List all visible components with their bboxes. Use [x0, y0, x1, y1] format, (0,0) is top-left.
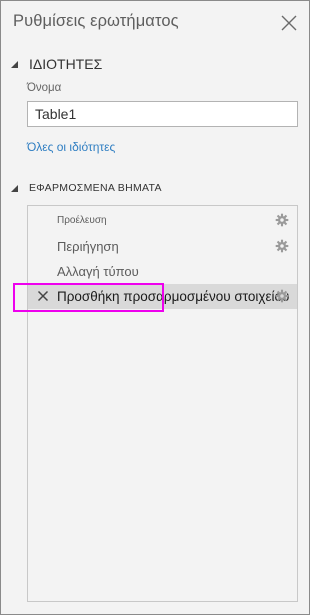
- pane-title: Ρυθμίσεις ερωτήματος: [13, 12, 179, 30]
- step-added-custom[interactable]: Προσθήκη προσαρμοσμένου στοιχείου: [28, 284, 297, 309]
- step-label: Προέλευση: [57, 215, 107, 226]
- step-label: Περιήγηση: [57, 239, 119, 254]
- applied-steps-section-toggle[interactable]: ΕΦΑΡΜΟΣΜΕΝΑ ΒΗΜΑΤΑ: [10, 182, 162, 194]
- all-properties-link[interactable]: Όλες οι ιδιότητες: [27, 140, 115, 154]
- query-settings-pane: Ρυθμίσεις ερωτήματος ΙΔΙΟΤΗΤΕΣ Όνομα Όλε…: [0, 0, 310, 615]
- applied-steps-list: Προέλευση Περιήγηση Αλλαγή τύπου Προσθήκ…: [27, 205, 298, 602]
- collapse-triangle-icon: [11, 184, 18, 192]
- step-label: Αλλαγή τύπου: [57, 264, 139, 279]
- close-icon[interactable]: [277, 11, 301, 35]
- collapse-triangle-icon: [11, 60, 18, 68]
- gear-icon[interactable]: [275, 289, 289, 303]
- properties-header: ΙΔΙΟΤΗΤΕΣ: [29, 56, 103, 72]
- delete-step-icon[interactable]: [37, 290, 49, 302]
- step-label: Προσθήκη προσαρμοσμένου στοιχείου: [57, 289, 290, 304]
- gear-icon[interactable]: [275, 213, 289, 227]
- properties-section-toggle[interactable]: ΙΔΙΟΤΗΤΕΣ: [10, 56, 102, 72]
- step-changed-type[interactable]: Αλλαγή τύπου: [28, 259, 297, 284]
- step-navigation[interactable]: Περιήγηση: [28, 234, 297, 259]
- name-label: Όνομα: [27, 82, 62, 94]
- applied-steps-header: ΕΦΑΡΜΟΣΜΕΝΑ ΒΗΜΑΤΑ: [29, 182, 162, 194]
- close-button[interactable]: [277, 11, 301, 35]
- step-source[interactable]: Προέλευση: [28, 208, 297, 233]
- name-input[interactable]: [27, 101, 298, 127]
- gear-icon[interactable]: [275, 239, 289, 253]
